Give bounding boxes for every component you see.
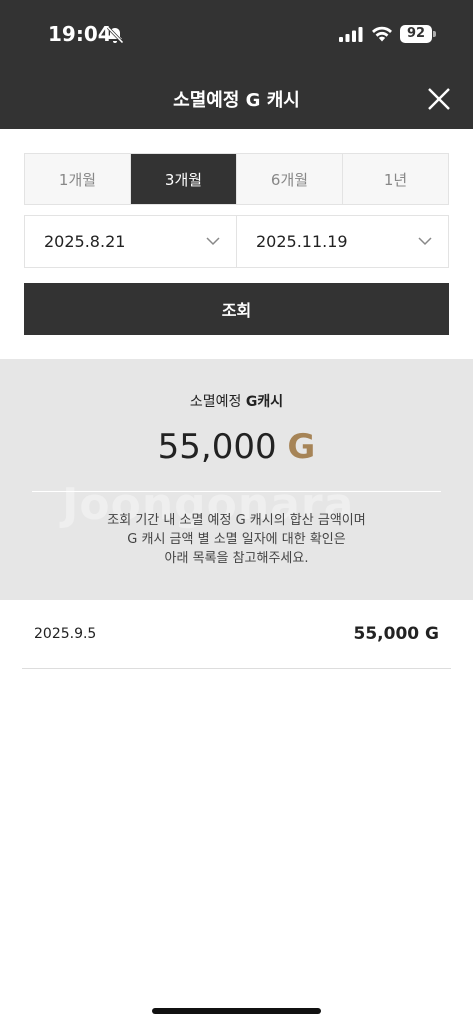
- start-date-value: 2025.8.21: [44, 232, 126, 251]
- summary-amount: 55,000 G: [0, 427, 473, 467]
- summary-panel: Joongonara 소멸예정 G캐시 55,000 G 조회 기간 내 소멸 …: [0, 359, 473, 600]
- cellular-signal-icon: [339, 27, 363, 42]
- header-bar: 19:04 92 소멸예정 G 캐시: [0, 0, 473, 129]
- bell-mute-icon: [106, 26, 124, 44]
- item-date: 2025.9.5: [34, 626, 97, 642]
- list-item: 2025.9.5 55,000 G: [22, 600, 451, 669]
- summary-divider: [32, 491, 441, 492]
- summary-note: 조회 기간 내 소멸 예정 G 캐시의 합산 금액이며 G 캐시 금액 별 소멸…: [0, 511, 473, 568]
- tab-6-months[interactable]: 6개월: [236, 154, 342, 204]
- chevron-down-icon: [206, 237, 220, 246]
- home-indicator[interactable]: [152, 1008, 321, 1014]
- summary-note-line: 아래 목록을 참고해주세요.: [164, 551, 309, 566]
- end-date-value: 2025.11.19: [256, 232, 348, 251]
- close-icon[interactable]: [426, 86, 452, 112]
- summary-label: 소멸예정 G캐시: [0, 391, 473, 411]
- summary-amount-unit: G: [287, 427, 316, 467]
- tab-3-months[interactable]: 3개월: [130, 154, 236, 204]
- summary-label-strong: G캐시: [245, 394, 284, 410]
- tab-1-month[interactable]: 1개월: [25, 154, 130, 204]
- battery-tip: [433, 31, 436, 37]
- status-bar: 19:04 92: [0, 0, 473, 70]
- period-tabs: 1개월 3개월 6개월 1년: [24, 153, 449, 205]
- expiry-list: 2025.9.5 55,000 G: [22, 600, 451, 669]
- end-date-select[interactable]: 2025.11.19: [236, 216, 448, 267]
- status-time: 19:04: [48, 22, 112, 46]
- battery-indicator: 92: [400, 25, 432, 43]
- start-date-select[interactable]: 2025.8.21: [25, 216, 236, 267]
- date-range-selector: 2025.8.21 2025.11.19: [24, 215, 449, 268]
- summary-note-line: 조회 기간 내 소멸 예정 G 캐시의 합산 금액이며: [107, 513, 366, 528]
- summary-label-prefix: 소멸예정: [189, 394, 246, 410]
- summary-amount-value: 55,000: [157, 427, 277, 467]
- wifi-icon: [372, 26, 392, 42]
- summary-note-line: G 캐시 금액 별 소멸 일자에 대한 확인은: [127, 532, 346, 547]
- chevron-down-icon: [418, 237, 432, 246]
- page-title: 소멸예정 G 캐시: [173, 90, 300, 111]
- item-amount: 55,000 G: [353, 624, 439, 644]
- tab-1-year[interactable]: 1년: [342, 154, 448, 204]
- query-button[interactable]: 조회: [24, 283, 449, 335]
